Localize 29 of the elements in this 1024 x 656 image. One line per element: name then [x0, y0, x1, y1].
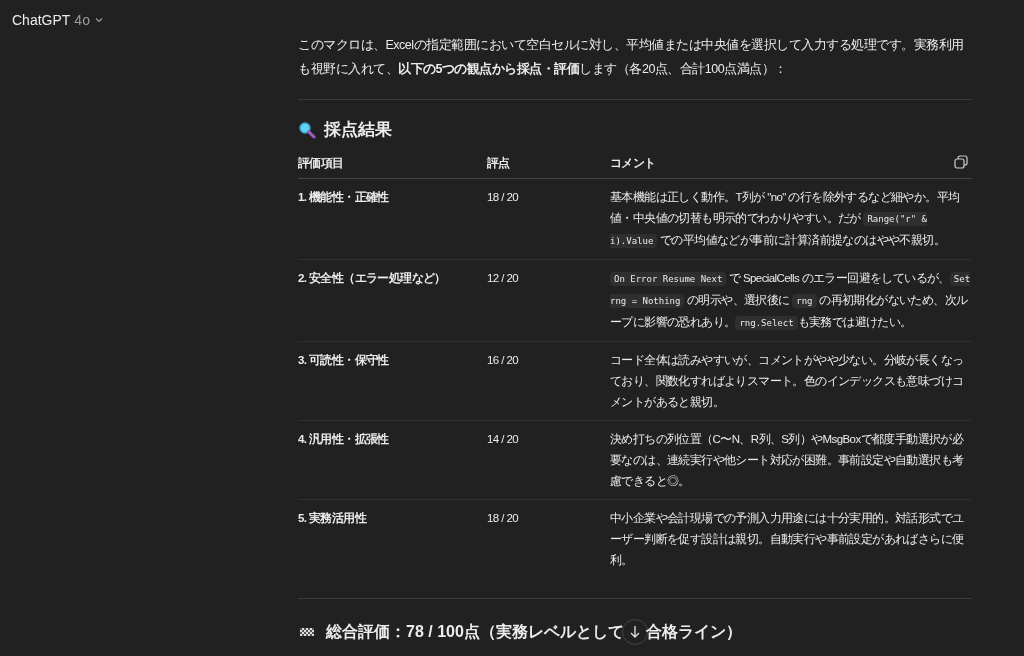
- section-heading: 採点結果: [324, 119, 392, 141]
- table-cell: 16 / 20: [487, 354, 518, 366]
- checkered-flag-icon: [298, 625, 316, 639]
- table-cell: 4. 汎用性・拡張性: [298, 433, 389, 445]
- table-cell-text: コード全体は読みやすいが、コメントがやや少ない。分岐が長くなっており、関数化すればよりスマート。色のインデックスも意味づけコメントがあると親切。: [610, 353, 965, 410]
- scroll-down-button[interactable]: [621, 619, 648, 645]
- chevron-down-icon: [93, 15, 104, 25]
- column-header: 評点: [487, 157, 510, 169]
- table-cell-text: On Error Resume Next で SpecialCells のエラー回避をしているが、 Set rng = Nothing の明示や、選択後に rng の再初期化がないため、次ループに影響の恐れあり。 rng.Select も実務では避けたい。: [610, 271, 972, 332]
- summary-heading: 総合評価：78 / 100点（実務レベルとして: [326, 621, 624, 642]
- table-cell-text: 基本機能は正しく動作。T列が "no" の行を除外するなど細やか。平均値・中央値の切替も明示的でわかりやすい。だが Range("r" & i).Value での平均値などが事前に計算済前提なのはやや不親切。: [610, 190, 961, 250]
- summary-heading: 合格ライン）: [645, 621, 742, 642]
- copy-icon[interactable]: [954, 155, 968, 169]
- table-cell: 1. 機能性・正確性: [298, 191, 389, 203]
- arrow-down-icon: [628, 625, 641, 639]
- table-cell: 3. 可読性・保守性: [298, 354, 389, 366]
- table-cell: 18 / 20: [487, 191, 518, 203]
- table-cell: 14 / 20: [487, 433, 518, 445]
- table-cell: 18 / 20: [487, 512, 518, 524]
- table-cell: 12 / 20: [487, 272, 518, 284]
- column-header: 評価項目: [298, 157, 344, 169]
- intro-paragraph: このマクロは、Excelの指定範囲において空白セルに対し、平均値または中央値を選択して入力する処理です。実務利用も視野に入れて、以下の5つの観点から採点・評価します（各20点、合計100点満点）：: [298, 37, 965, 78]
- table-cell-text: 決め打ちの列位置（C〜N、R列、S列）やMsgBoxで都度手動選択が必要なのは、連続実行や他シート対応が困難。事前設定や自動選択も考慮できると◎。: [610, 432, 965, 489]
- magnifier-icon: [298, 120, 316, 139]
- table-cell: 2. 安全性（エラー処理など）: [298, 272, 446, 284]
- table-cell-text: 中小企業や会計現場での予測入力用途には十分実用的。対話形式でユーザー判断を促す設計は親切。自動実行や事前設定があればさらに便利。: [610, 511, 965, 568]
- table-cell: 5. 実務活用性: [298, 512, 366, 524]
- model-selector[interactable]: ChatGPT 4o: [12, 12, 104, 28]
- column-header: コメント: [610, 157, 656, 169]
